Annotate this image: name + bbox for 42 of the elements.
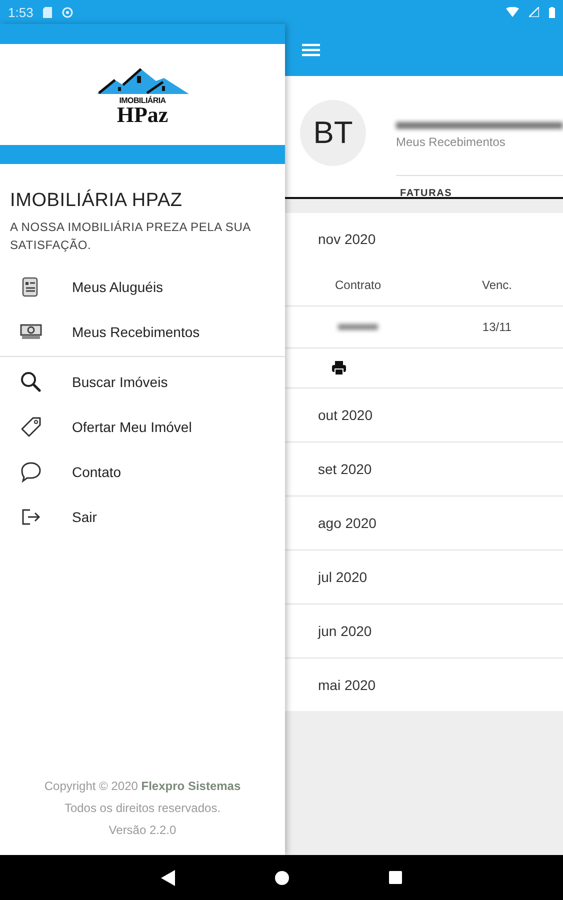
circle-icon: [62, 6, 74, 18]
tab[interactable]: FATURAS: [396, 176, 452, 199]
month-header[interactable]: jun 2020: [285, 605, 563, 657]
footer-text: Versão 2.2.0: [108, 823, 176, 837]
month-header[interactable]: ago 2020: [285, 497, 563, 549]
logo-text: HPaz: [116, 105, 168, 125]
menu-item[interactable]: Contato: [72, 464, 122, 480]
logo-text: IMOBILIÁRIA: [119, 96, 166, 105]
footer-text: Copyright © 2020 Flexpro Sistemas: [44, 779, 241, 793]
month-header[interactable]: set 2020: [285, 443, 563, 495]
table-cell: 13/11: [482, 320, 512, 334]
menu-item[interactable]: Buscar Imóveis: [72, 374, 168, 390]
menu-item[interactable]: Sair: [72, 508, 97, 524]
footer-text: Todos os direitos reservados.: [64, 801, 221, 815]
column-header: Venc.: [482, 278, 512, 292]
menu-item[interactable]: Ofertar Meu Imóvel: [72, 418, 192, 434]
money-icon: [20, 322, 42, 340]
month-header[interactable]: out 2020: [285, 389, 563, 441]
redacted-contract: [338, 324, 378, 330]
menu-item[interactable]: Meus Aluguéis: [72, 278, 164, 294]
print-icon[interactable]: [332, 361, 346, 375]
tag-icon: [20, 416, 42, 438]
sd-card-icon: [43, 6, 52, 18]
column-header: Contrato: [334, 278, 382, 292]
company-name: IMOBILIÁRIA HPAZ: [10, 190, 184, 212]
chat-icon: [20, 460, 42, 482]
menu-item[interactable]: Meus Recebimentos: [72, 324, 200, 340]
profile-subtitle: Meus Recebimentos: [396, 134, 506, 148]
company-slogan: A NOSSA IMOBILIÁRIA PREZA PELA SUA SATISFAÇÃO.: [10, 219, 252, 254]
menu-icon[interactable]: [302, 43, 320, 57]
search-icon: [20, 370, 42, 392]
month-header[interactable]: mai 2020: [285, 659, 563, 711]
signal-icon: [529, 7, 539, 17]
home-icon[interactable]: [275, 870, 289, 884]
battery-icon: [549, 6, 555, 18]
status-time: 1:53: [8, 4, 34, 20]
avatar: BT: [300, 100, 366, 166]
exit-icon: [20, 506, 42, 526]
wifi-icon: [506, 7, 519, 17]
month-header[interactable]: nov 2020: [285, 213, 563, 265]
month-header[interactable]: jul 2020: [285, 551, 563, 603]
back-icon[interactable]: [161, 870, 175, 886]
